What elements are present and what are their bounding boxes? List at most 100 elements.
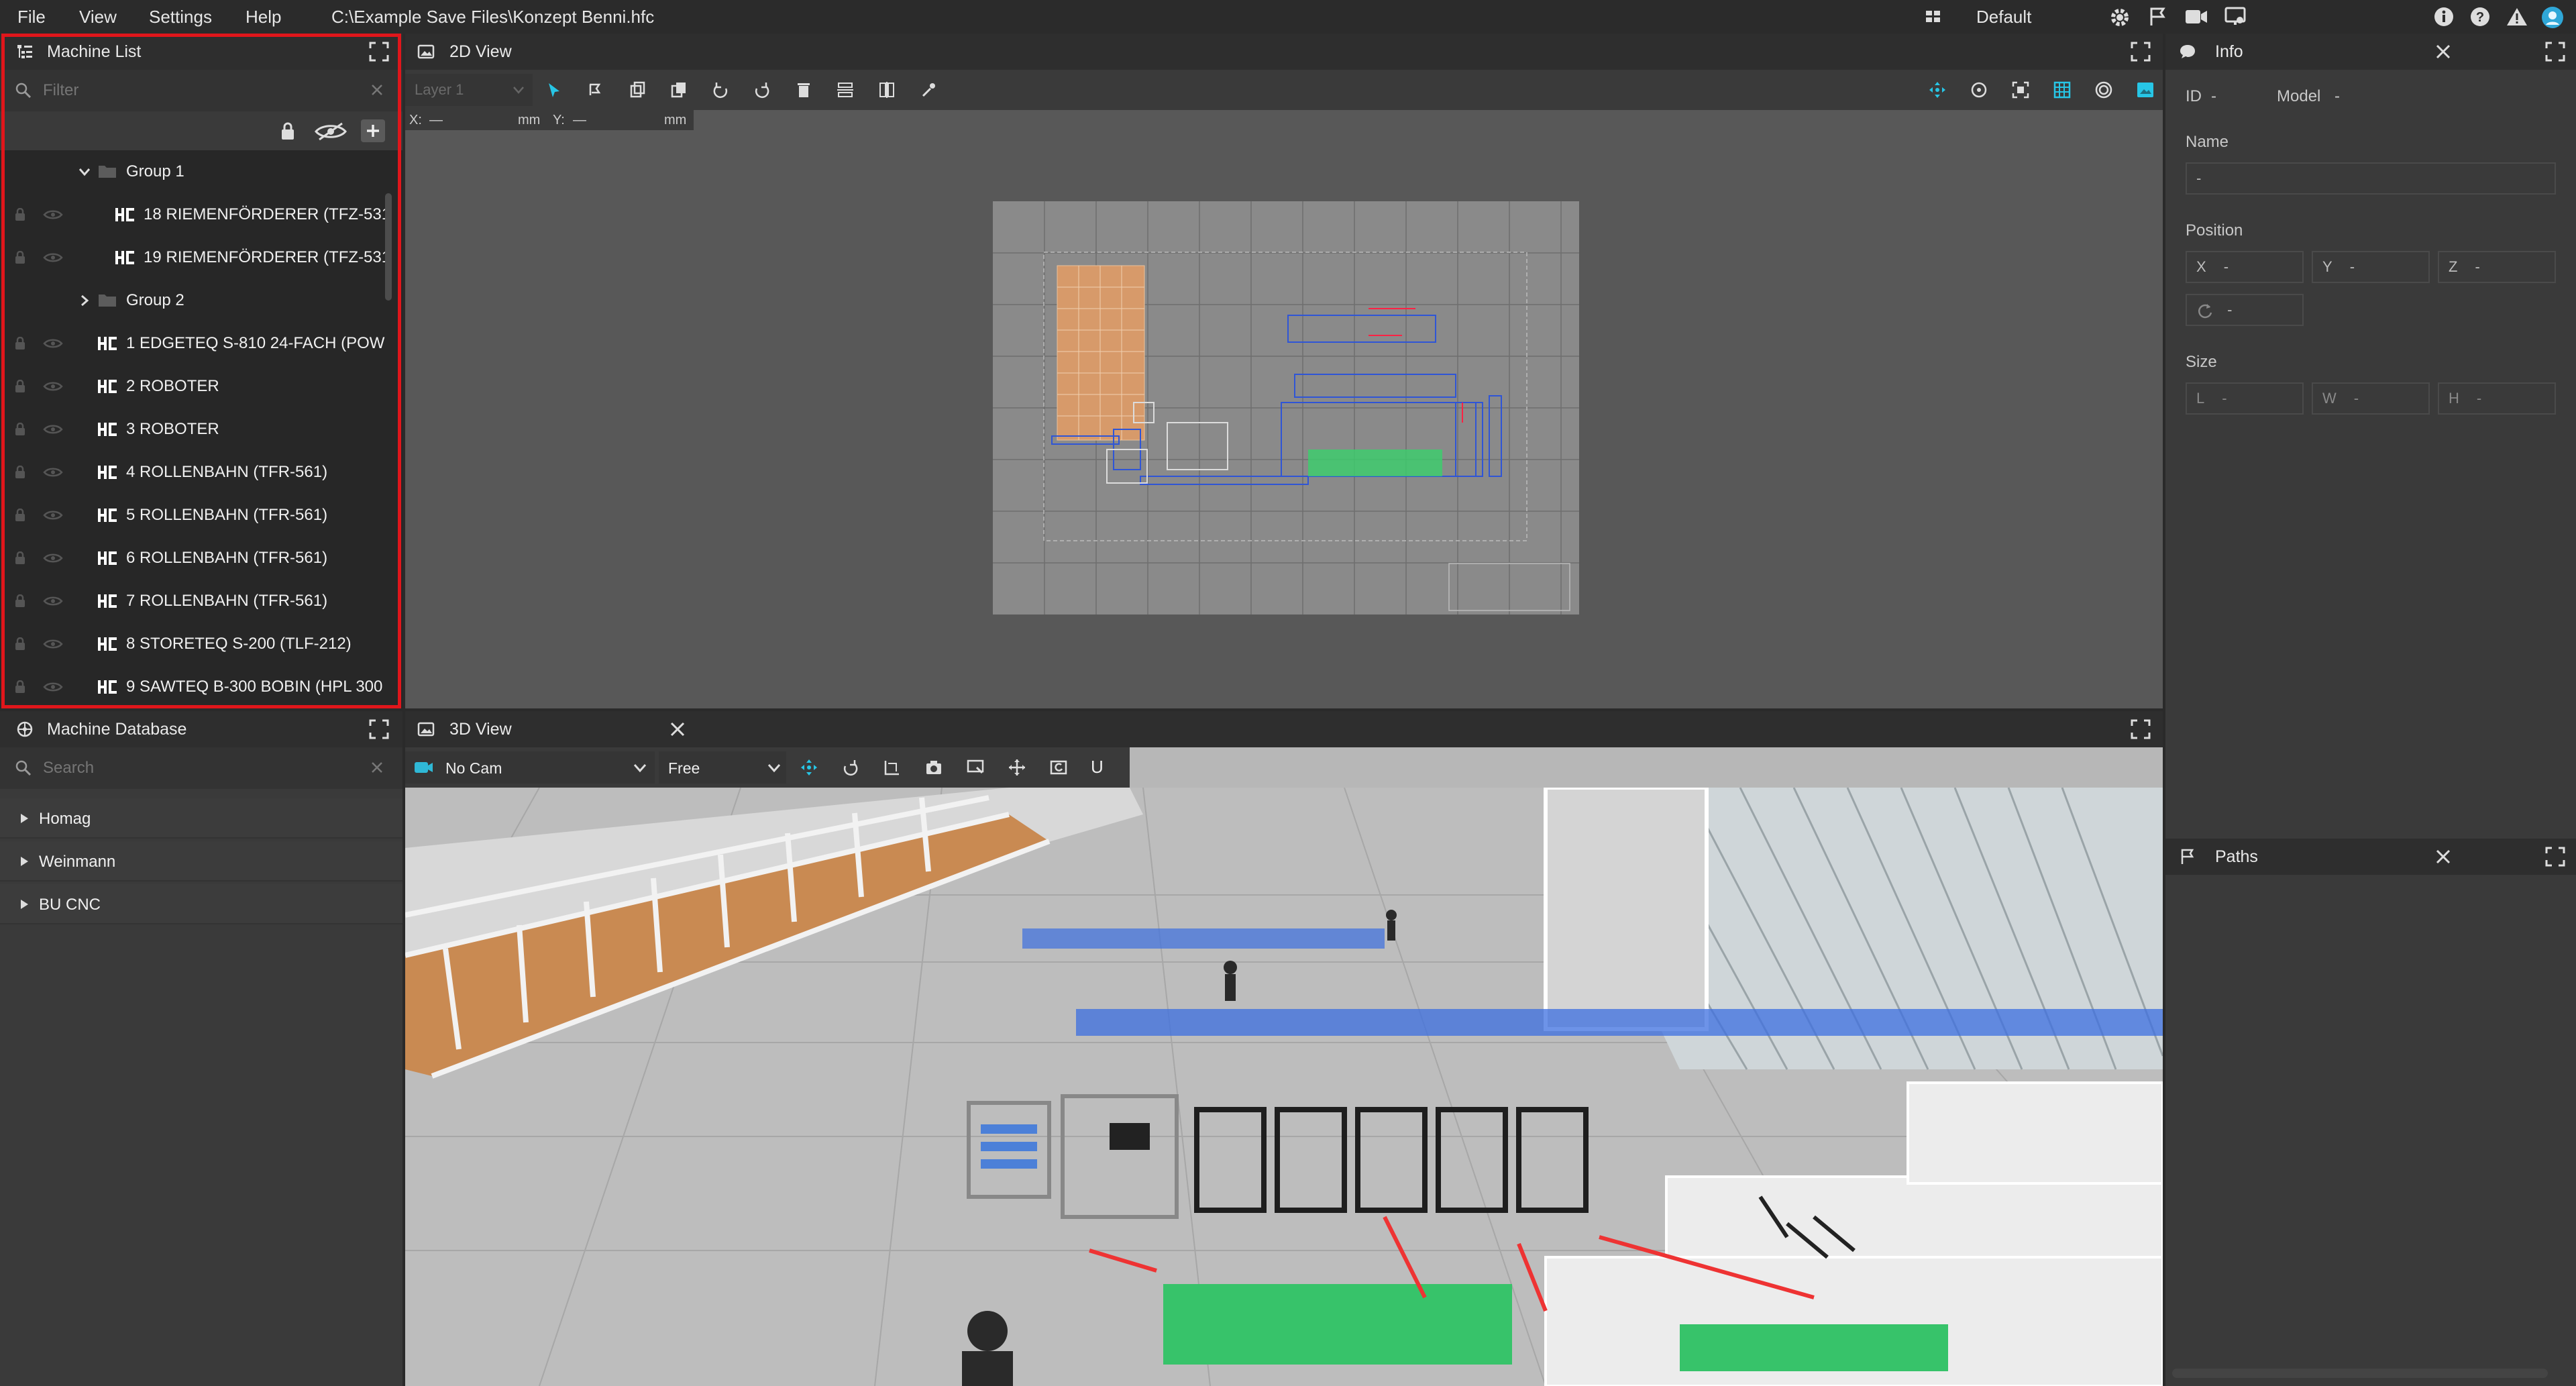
database-category-row[interactable]: Weinmann xyxy=(0,841,402,882)
close-icon[interactable] xyxy=(669,721,686,737)
lock-icon[interactable] xyxy=(15,380,25,393)
grid-toggle-button[interactable] xyxy=(2047,75,2077,105)
user-avatar-icon[interactable] xyxy=(2541,6,2564,29)
scrollbar-thumb[interactable] xyxy=(385,193,392,301)
visibility-eye-icon[interactable] xyxy=(43,381,63,392)
tree-machine-row[interactable]: 19 RIEMENFÖRDERER (TFZ-531 xyxy=(0,236,402,279)
size-w-field[interactable]: W- xyxy=(2312,382,2430,415)
tree-machine-row[interactable]: 6 ROLLENBAHN (TFR-561) xyxy=(0,537,402,580)
tree-machine-row[interactable]: 7 ROLLENBAHN (TFR-561) xyxy=(0,580,402,623)
target-circle-button[interactable] xyxy=(2089,75,2118,105)
copy-button[interactable] xyxy=(623,75,652,105)
close-icon[interactable] xyxy=(2435,44,2451,60)
info-icon[interactable] xyxy=(2434,7,2454,27)
maximize-icon[interactable] xyxy=(2131,42,2151,62)
visibility-eye-icon[interactable] xyxy=(43,553,63,564)
eyedropper-button[interactable] xyxy=(914,75,943,105)
u-toggle-button[interactable]: U xyxy=(1091,757,1104,778)
reset-view-button[interactable] xyxy=(1044,753,1073,782)
tree-machine-row[interactable]: 18 RIEMENFÖRDERER (TFZ-531 xyxy=(0,193,402,236)
lock-icon[interactable] xyxy=(15,509,25,522)
tree-machine-row[interactable]: 9 SAWTEQ B-300 BOBIN (HPL 300 xyxy=(0,665,402,708)
visibility-eye-icon[interactable] xyxy=(43,639,63,649)
lock-icon[interactable] xyxy=(15,551,25,565)
visibility-eye-icon[interactable] xyxy=(43,510,63,521)
position-x-field[interactable]: X- xyxy=(2186,251,2304,283)
menu-file[interactable]: File xyxy=(17,0,46,34)
maximize-icon[interactable] xyxy=(2545,847,2565,867)
name-field[interactable]: - xyxy=(2186,162,2556,195)
tree-machine-row[interactable]: 1 EDGETEQ S-810 24-FACH (POW xyxy=(0,322,402,365)
chevron-right-icon[interactable] xyxy=(78,294,91,307)
lock-icon[interactable] xyxy=(15,337,25,350)
horizontal-scrollbar[interactable] xyxy=(2172,1369,2548,1378)
lock-icon[interactable] xyxy=(15,637,25,651)
maximize-icon[interactable] xyxy=(369,42,389,62)
menu-settings[interactable]: Settings xyxy=(149,0,212,34)
ruler-measure-button[interactable] xyxy=(877,753,907,782)
caret-right-icon[interactable] xyxy=(19,899,30,910)
rotate-view-button[interactable] xyxy=(836,753,865,782)
pan-button[interactable] xyxy=(1002,753,1032,782)
tree-group-row[interactable]: Group 2 xyxy=(0,279,402,322)
visibility-eye-icon[interactable] xyxy=(43,682,63,692)
lock-icon[interactable] xyxy=(15,208,25,221)
select-arrow-button[interactable] xyxy=(539,75,569,105)
lock-icon[interactable] xyxy=(15,423,25,436)
rotation-field[interactable]: - xyxy=(2186,294,2304,326)
caret-right-icon[interactable] xyxy=(19,813,30,824)
add-icon[interactable] xyxy=(361,119,385,142)
screen-capture-icon[interactable] xyxy=(2224,7,2247,27)
floor-plan-drawing[interactable] xyxy=(993,201,1579,615)
3d-scene-viewport[interactable] xyxy=(405,788,2163,1386)
visibility-eye-icon[interactable] xyxy=(43,467,63,478)
visibility-eye-icon[interactable] xyxy=(43,338,63,349)
align-horizontal-button[interactable] xyxy=(830,75,860,105)
clear-search-icon[interactable] xyxy=(370,761,384,774)
database-search-input[interactable] xyxy=(43,755,352,781)
filter-input[interactable] xyxy=(43,78,352,103)
lock-icon[interactable] xyxy=(280,122,295,141)
maximize-icon[interactable] xyxy=(2545,42,2565,62)
lock-icon[interactable] xyxy=(15,594,25,608)
layer-select[interactable]: Layer 1 xyxy=(405,74,533,106)
position-z-field[interactable]: Z- xyxy=(2438,251,2556,283)
rotate-ccw-button[interactable] xyxy=(747,75,777,105)
visibility-eye-icon[interactable] xyxy=(43,596,63,606)
visibility-eye-icon[interactable] xyxy=(43,424,63,435)
position-y-field[interactable]: Y- xyxy=(2312,251,2430,283)
database-category-row[interactable]: Homag xyxy=(0,798,402,839)
screenshot-camera-button[interactable] xyxy=(919,753,949,782)
database-category-row[interactable]: BU CNC xyxy=(0,884,402,924)
snap-target-button[interactable] xyxy=(1964,75,1994,105)
maximize-icon[interactable] xyxy=(2131,719,2151,739)
layout-select[interactable]: Default xyxy=(1976,0,2031,34)
background-image-button[interactable] xyxy=(2131,75,2160,105)
warning-icon[interactable] xyxy=(2506,7,2528,27)
layout-grid-icon[interactable] xyxy=(1925,9,1941,24)
menu-help[interactable]: Help xyxy=(246,0,281,34)
fit-view-button[interactable] xyxy=(2006,75,2035,105)
duplicate-button[interactable] xyxy=(664,75,694,105)
mirror-button[interactable] xyxy=(872,75,902,105)
delete-button[interactable] xyxy=(789,75,818,105)
settings-gear-icon[interactable] xyxy=(2109,7,2131,28)
visibility-eye-icon[interactable] xyxy=(43,252,63,263)
chevron-down-icon[interactable] xyxy=(78,165,91,178)
tree-machine-row[interactable]: 3 ROBOTER xyxy=(0,408,402,451)
tree-machine-row[interactable]: 8 STORETEQ S-200 (TLF-212) xyxy=(0,623,402,665)
move-tool-button[interactable] xyxy=(1923,75,1952,105)
tree-group-row[interactable]: Group 1 xyxy=(0,150,402,193)
close-icon[interactable] xyxy=(2435,849,2451,865)
camera-record-icon[interactable] xyxy=(2184,8,2208,25)
tree-machine-row[interactable]: 4 ROLLENBAHN (TFR-561) xyxy=(0,451,402,494)
splitter-vertical[interactable] xyxy=(2163,34,2165,1386)
hide-eye-icon[interactable] xyxy=(314,122,347,141)
help-icon[interactable]: ? xyxy=(2470,7,2490,27)
caret-right-icon[interactable] xyxy=(19,856,30,867)
visibility-eye-icon[interactable] xyxy=(43,209,63,220)
camera-select[interactable]: No Cam xyxy=(405,751,655,784)
menu-view[interactable]: View xyxy=(79,0,117,34)
maximize-icon[interactable] xyxy=(369,719,389,739)
rotate-cw-button[interactable] xyxy=(706,75,735,105)
